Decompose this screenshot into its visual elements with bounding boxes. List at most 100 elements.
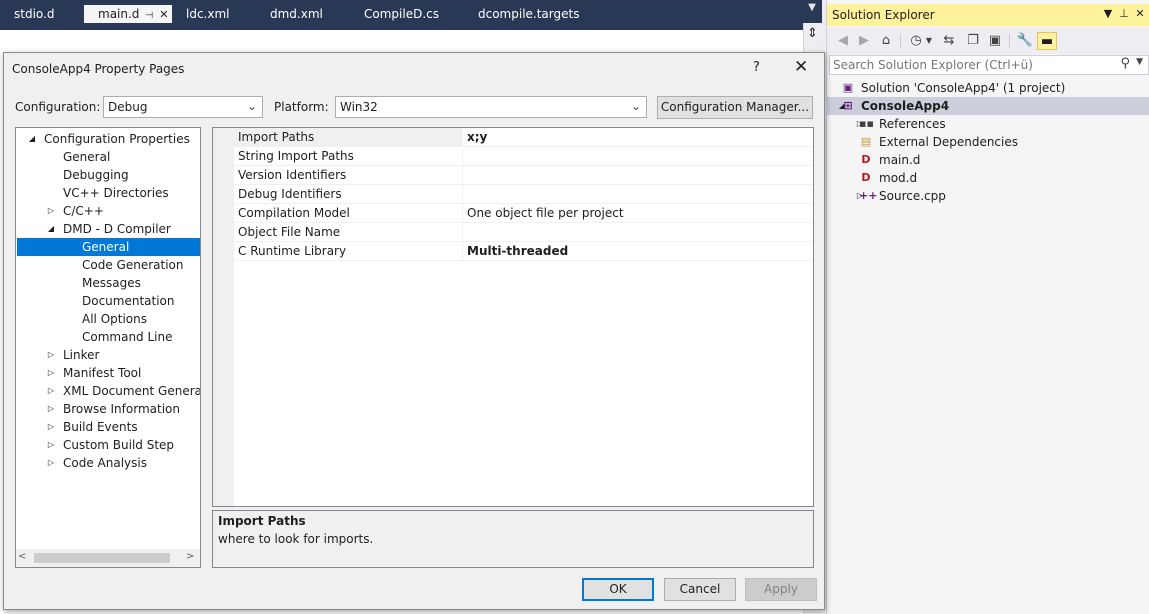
split-editor-icon[interactable]: ⇕ xyxy=(804,26,821,42)
collapsed-arrow-icon[interactable]: ▷ xyxy=(46,436,56,454)
property-row[interactable]: Object File Name xyxy=(234,223,813,242)
home-icon[interactable]: ⌂ xyxy=(877,32,895,50)
expanded-arrow-icon[interactable]: ◢ xyxy=(46,220,56,238)
tree-horizontal-scrollbar[interactable]: < > xyxy=(16,549,200,567)
sync-icon[interactable]: ⇆ xyxy=(940,32,958,50)
category-tree-item[interactable]: Command Line xyxy=(17,328,200,346)
close-icon[interactable]: ✕ xyxy=(159,8,168,21)
property-row[interactable]: String Import Paths xyxy=(234,147,813,166)
category-tree-item[interactable]: General xyxy=(17,148,200,166)
close-icon[interactable]: ✕ xyxy=(1133,7,1147,20)
search-options-dropdown-icon[interactable]: ▼ xyxy=(1136,57,1143,67)
configuration-select[interactable]: Debug ⌄ xyxy=(103,96,263,118)
property-value[interactable] xyxy=(464,223,813,241)
history-dropdown-icon[interactable]: ▼ xyxy=(924,32,934,50)
search-input[interactable] xyxy=(833,57,1113,73)
category-tree-item[interactable]: Debugging xyxy=(17,166,200,184)
solution-tree-item[interactable]: ▣ Solution 'ConsoleApp4' (1 project) xyxy=(827,79,1149,97)
category-tree-item[interactable]: ▷ Linker xyxy=(17,346,200,364)
collapsed-arrow-icon[interactable]: ▷ xyxy=(46,454,56,472)
document-tab-label: stdio.d xyxy=(14,7,55,21)
forward-icon[interactable]: ▶ xyxy=(855,32,873,50)
collapse-all-icon[interactable]: ❐ xyxy=(964,32,982,50)
collapsed-arrow-icon[interactable]: ▷ xyxy=(46,400,56,418)
property-value[interactable] xyxy=(464,185,813,203)
solution-tree-item[interactable]: ◢ ⊞ ConsoleApp4 xyxy=(827,97,1149,115)
document-tab[interactable]: stdio.d xyxy=(0,5,84,23)
category-tree-item[interactable]: ▷ Browse Information xyxy=(17,400,200,418)
help-icon[interactable]: ? xyxy=(753,60,760,75)
property-row[interactable]: Version Identifiers xyxy=(234,166,813,185)
solution-tree-item-label: mod.d xyxy=(879,171,918,185)
solution-icon: ▣ xyxy=(842,81,854,94)
property-row[interactable]: Compilation Model One object file per pro… xyxy=(234,204,813,223)
category-tree-item[interactable]: ▷ C/C++ xyxy=(17,202,200,220)
history-icon[interactable]: ◷ xyxy=(907,32,925,50)
solution-tree-item[interactable]: ▷ ▪▪ References xyxy=(827,115,1149,133)
document-tab-label: ldc.xml xyxy=(186,7,230,21)
property-name: String Import Paths xyxy=(234,147,463,165)
category-tree-item[interactable]: ▷ Custom Build Step xyxy=(17,436,200,454)
property-value[interactable]: One object file per project xyxy=(464,204,813,222)
property-value[interactable]: Multi-threaded xyxy=(464,242,813,260)
preview-icon[interactable]: ▬ xyxy=(1037,32,1057,50)
ok-button[interactable]: OK xyxy=(582,578,654,601)
solution-tree-item[interactable]: ▷ ++ Source.cpp xyxy=(827,187,1149,205)
document-tab[interactable]: ldc.xml xyxy=(172,5,256,23)
solution-tree-item[interactable]: ▤ External Dependencies xyxy=(827,133,1149,151)
pin-icon[interactable]: ⊥ xyxy=(1117,7,1131,20)
collapsed-arrow-icon[interactable]: ▷ xyxy=(46,418,56,436)
category-tree-item[interactable]: ◢ DMD - D Compiler xyxy=(17,220,200,238)
category-tree-item[interactable]: All Options xyxy=(17,310,200,328)
category-tree-item[interactable]: ▷ Manifest Tool xyxy=(17,364,200,382)
scroll-right-icon[interactable]: > xyxy=(186,551,194,562)
category-tree-item[interactable]: Documentation xyxy=(17,292,200,310)
solution-tree-item[interactable]: Dmain.d xyxy=(827,151,1149,169)
window-position-dropdown-icon[interactable]: ▼ xyxy=(1101,7,1115,20)
category-tree-item[interactable]: Messages xyxy=(17,274,200,292)
document-tab[interactable]: dmd.xml xyxy=(256,5,350,23)
category-tree-item[interactable]: ▷ Build Events xyxy=(17,418,200,436)
property-value[interactable]: x;y xyxy=(464,128,813,146)
category-tree-item[interactable]: ◢ Configuration Properties xyxy=(17,130,200,148)
document-tab[interactable]: dcompile.targets xyxy=(464,5,584,23)
solution-explorer-titlebar: Solution Explorer ▼ ⊥ ✕ xyxy=(827,4,1149,26)
property-value[interactable] xyxy=(464,166,813,184)
solution-explorer-search[interactable]: ⚲ ▼ xyxy=(829,55,1149,75)
category-tree-item[interactable]: General xyxy=(17,238,200,256)
property-pages-dialog: ConsoleApp4 Property Pages ? ✕ Configura… xyxy=(3,52,825,610)
show-all-files-icon[interactable]: ▣ xyxy=(986,32,1004,50)
category-tree-item[interactable]: Code Generation xyxy=(17,256,200,274)
pin-icon[interactable]: ⊣ xyxy=(145,11,153,21)
configuration-manager-button[interactable]: Configuration Manager... xyxy=(657,96,813,119)
property-name: Import Paths xyxy=(234,128,463,146)
solution-tree-item-label: ConsoleApp4 xyxy=(861,99,950,113)
properties-icon[interactable]: 🔧 xyxy=(1016,32,1034,50)
search-icon[interactable]: ⚲ xyxy=(1120,56,1130,71)
category-tree-item[interactable]: ▷ XML Document Generator xyxy=(17,382,200,400)
category-tree-item-label: Custom Build Step xyxy=(63,438,175,452)
property-row[interactable]: C Runtime Library Multi-threaded xyxy=(234,242,813,261)
scrollbar-thumb[interactable] xyxy=(34,553,170,563)
document-tab[interactable]: main.d ⊣ ✕ xyxy=(84,5,172,23)
property-name: Compilation Model xyxy=(234,204,463,222)
solution-tree-item[interactable]: Dmod.d xyxy=(827,169,1149,187)
apply-button[interactable]: Apply xyxy=(745,578,817,601)
property-row[interactable]: Debug Identifiers xyxy=(234,185,813,204)
cancel-button[interactable]: Cancel xyxy=(664,578,736,601)
category-tree-item[interactable]: VC++ Directories xyxy=(17,184,200,202)
back-icon[interactable]: ◀ xyxy=(834,32,852,50)
category-tree-item[interactable]: ▷ Code Analysis xyxy=(17,454,200,472)
expanded-arrow-icon[interactable]: ◢ xyxy=(27,130,37,148)
scroll-left-icon[interactable]: < xyxy=(18,551,26,562)
collapsed-arrow-icon[interactable]: ▷ xyxy=(46,202,56,220)
property-row[interactable]: Import Paths x;y xyxy=(234,128,813,147)
close-icon[interactable]: ✕ xyxy=(794,57,808,77)
tab-overflow-icon[interactable]: ▼ xyxy=(802,2,822,13)
platform-select[interactable]: Win32 ⌄ xyxy=(335,96,647,118)
collapsed-arrow-icon[interactable]: ▷ xyxy=(46,382,56,400)
property-value[interactable] xyxy=(464,147,813,165)
collapsed-arrow-icon[interactable]: ▷ xyxy=(46,364,56,382)
collapsed-arrow-icon[interactable]: ▷ xyxy=(46,346,56,364)
document-tab[interactable]: CompileD.cs xyxy=(350,5,464,23)
